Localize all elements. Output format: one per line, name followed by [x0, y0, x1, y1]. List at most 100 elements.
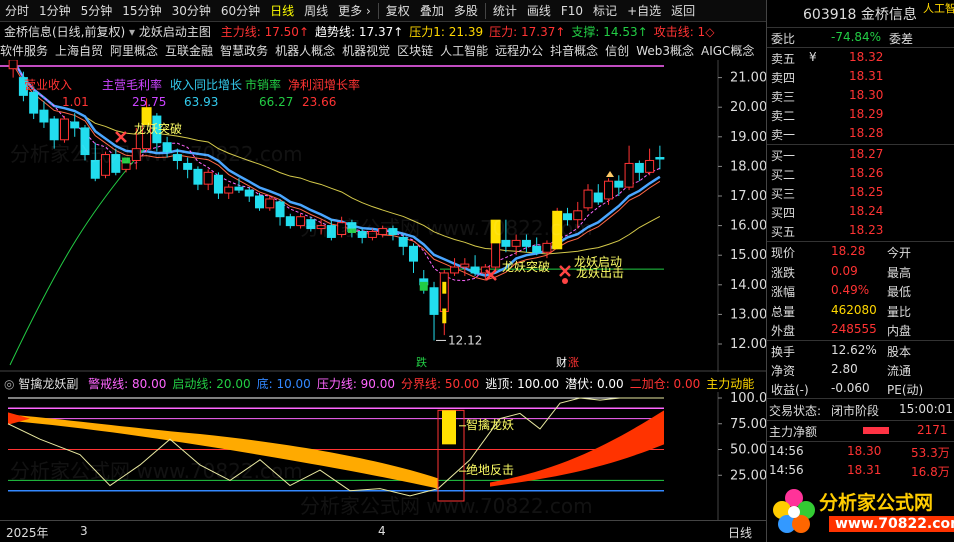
ask-row: 卖二 18.29 — [767, 105, 954, 125]
currency-icon: ¥ — [809, 50, 817, 64]
stat-row: 换手 12.62% 股本 — [767, 341, 954, 361]
sub-param: 底: 10.00 — [256, 377, 311, 391]
toolbar-item[interactable]: 60分钟 — [216, 0, 265, 22]
stock-tag[interactable]: 人工智 — [923, 0, 954, 16]
fundamental-value: 1.01 — [62, 95, 89, 109]
candle-body — [450, 266, 460, 274]
x-label-march: 3 — [80, 524, 88, 538]
toolbar-item[interactable]: 分时 — [0, 0, 34, 22]
toolbar-item[interactable]: +自选 — [622, 0, 666, 22]
concept-tag[interactable]: 阿里概念 — [110, 44, 158, 58]
x-axis: 2025年 3 4 日线 — [0, 520, 766, 542]
concept-tag[interactable]: Web3概念 — [636, 44, 694, 58]
concept-tag[interactable]: AIGC概念 — [701, 44, 754, 58]
stat-label-right: 内盘 — [887, 324, 912, 338]
concept-tag[interactable]: 远程办公 — [495, 44, 543, 58]
candle-body — [460, 263, 470, 268]
toolbar-item[interactable]: 返回 — [666, 0, 700, 22]
stat-label: 收益(-) — [771, 383, 809, 397]
candle-body — [429, 287, 439, 315]
toolbar-item[interactable]: 多股 — [449, 0, 483, 22]
concept-tag[interactable]: 上海自贸 — [55, 44, 103, 58]
concept-tag[interactable]: 人工智能 — [440, 44, 488, 58]
net-flow-label: 主力净额 — [769, 425, 818, 439]
signal-bar — [442, 281, 447, 294]
candle-body — [634, 162, 644, 173]
sub-chart-header: ◎ 智擒龙妖副 警戒线: 80.00 启动线: 20.00 底: 10.00 压力线:… — [4, 377, 755, 391]
ma-orange-line — [12, 64, 661, 281]
signal-bar — [442, 410, 456, 445]
stat-label: 涨跌 — [771, 265, 796, 280]
toolbar-item[interactable]: 画线 — [522, 0, 556, 22]
signal-annotation: 绝地反击 — [466, 462, 514, 477]
bid-row: 买一 18.27 — [767, 145, 954, 165]
candle-body — [39, 109, 49, 123]
ask-label: 卖四 — [771, 71, 796, 85]
concept-tag[interactable]: 信创 — [605, 44, 629, 58]
concept-tag[interactable]: 机器人概念 — [275, 44, 335, 58]
toolbar-item[interactable]: 叠加 — [415, 0, 449, 22]
candle-body — [593, 192, 603, 203]
main-param: 主力线: 17.50 — [220, 25, 299, 39]
candle-body — [203, 171, 213, 185]
stock-header: 603918 金桥信息 — [803, 4, 917, 24]
watermark: 分析家公式网 www.70822.com — [10, 459, 303, 483]
tick-volume: 16.8万 — [911, 465, 950, 479]
sub-param: 压力线: 90.00 — [316, 377, 396, 391]
stat-row: 外盘 248555 内盘 — [767, 320, 954, 340]
y-tick-label: 50.00 — [730, 443, 766, 458]
toolbar-item[interactable]: 标记 — [588, 0, 622, 22]
x-label-april: 4 — [378, 524, 386, 538]
logo-title: 分析家公式网 — [819, 492, 934, 514]
candle-body — [614, 180, 624, 188]
concept-tag[interactable]: 机器视觉 — [342, 44, 390, 58]
top-toolbar: 分时 1分钟 5分钟 15分钟 30分钟 60分钟 日线 周线 更多 › 复权 叠加 多股 统计 画线 F1… — [0, 0, 766, 22]
stock-code: 603918 — [803, 7, 857, 23]
stat-value: 0.09 — [831, 263, 858, 278]
toolbar-item[interactable]: 30分钟 — [167, 0, 216, 22]
main-param: 趋势线: 17.37 — [315, 25, 394, 39]
concept-tag[interactable]: 抖音概念 — [550, 44, 598, 58]
toolbar-item[interactable]: F10 — [556, 0, 588, 22]
candle-body — [29, 91, 39, 114]
signal-bar — [442, 308, 447, 324]
signal-annotation: 龙妖突破 — [502, 259, 550, 274]
up-arrow-icon — [606, 171, 614, 177]
bid-label: 买四 — [771, 206, 796, 220]
y-tick-label: 21.00 — [730, 71, 766, 86]
toolbar-item[interactable]: 周线 — [299, 0, 333, 22]
toolbar-item[interactable]: 统计 — [488, 0, 522, 22]
toolbar-item[interactable]: 15分钟 — [117, 0, 166, 22]
sub-param: 二加仓: 0.00 — [629, 377, 701, 391]
concept-tag[interactable]: 软件服务 — [0, 44, 48, 58]
ask-label: 卖一 — [771, 128, 796, 142]
fundamental-label: 收入同比增长 — [170, 78, 242, 92]
stat-row: 涨跌 0.09 最高 — [767, 262, 954, 282]
stat-label-right: 最低 — [887, 285, 912, 299]
tick-time: 14:56 — [769, 463, 804, 477]
toolbar-item[interactable]: 5分钟 — [76, 0, 118, 22]
stat-value: 12.62% — [831, 343, 877, 357]
tick-row: 14:56 18.31 16.8万 — [767, 461, 954, 481]
concept-tag[interactable]: 智慧政务 — [220, 44, 268, 58]
event-marker-zhang: 涨 — [568, 356, 579, 369]
app-window: 分时 1分钟 5分钟 15分钟 30分钟 60分钟 日线 周线 更多 › 复权 叠加 多股 统计 画线 F1… — [0, 0, 954, 542]
fundamental-label: 市销率 — [245, 77, 281, 92]
sub-indicator-name[interactable]: 智擒龙妖副 — [18, 377, 78, 391]
candle-body — [645, 159, 655, 173]
weibi-value: -74.84% — [831, 30, 882, 44]
toolbar-item[interactable]: 1分钟 — [34, 0, 76, 22]
bid-label: 买二 — [771, 168, 796, 182]
indicator-name[interactable]: 龙妖启动主图 — [139, 25, 211, 39]
stock-name: 金桥信息 — [860, 7, 917, 23]
concept-tag[interactable]: 互联金融 — [165, 44, 213, 58]
toolbar-item[interactable]: 复权 — [381, 0, 415, 22]
param-arrow-icon: ↑ — [555, 25, 566, 39]
toolbar-item[interactable]: 更多 › — [333, 0, 376, 22]
low-label: 12.12 — [448, 333, 482, 347]
concept-tag[interactable]: 区块链 — [397, 44, 433, 58]
sub-param: 主力动能 — [706, 377, 755, 391]
bid-price: 18.24 — [849, 204, 884, 218]
toolbar-item[interactable]: 日线 — [265, 0, 299, 22]
param-arrow-icon: ↑ — [637, 25, 648, 39]
